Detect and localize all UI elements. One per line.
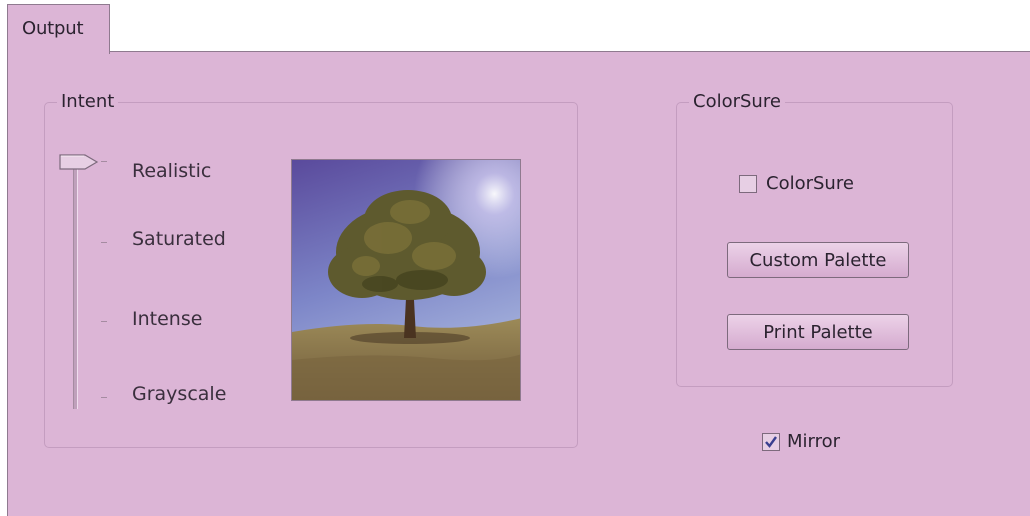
intent-level-intense[interactable]: Intense — [132, 308, 202, 330]
intent-tick-saturated — [101, 242, 107, 243]
intent-tick-grayscale — [101, 397, 107, 398]
intent-group: Intent Realistic Saturated Intense Grays… — [44, 91, 578, 448]
intent-level-grayscale[interactable]: Grayscale — [132, 383, 226, 405]
tab-output[interactable]: Output — [7, 4, 110, 54]
custom-palette-button[interactable]: Custom Palette — [727, 242, 909, 278]
colorsure-legend: ColorSure — [689, 91, 785, 113]
intent-slider-track[interactable] — [73, 161, 78, 409]
colorsure-checkbox-label[interactable]: ColorSure — [766, 173, 854, 194]
intent-tick-intense — [101, 321, 107, 322]
intent-slider-thumb[interactable] — [59, 153, 99, 171]
intent-level-realistic[interactable]: Realistic — [132, 160, 211, 182]
colorsure-checkbox[interactable] — [739, 175, 757, 193]
intent-level-saturated[interactable]: Saturated — [132, 228, 226, 250]
checkmark-icon — [765, 436, 777, 448]
intent-legend: Intent — [57, 91, 119, 113]
mirror-checkbox[interactable] — [762, 433, 780, 451]
mirror-checkbox-label[interactable]: Mirror — [787, 431, 840, 452]
output-panel: Intent Realistic Saturated Intense Grays… — [7, 52, 1030, 516]
print-palette-button[interactable]: Print Palette — [727, 314, 909, 350]
tab-strip: Output — [0, 0, 1030, 54]
tab-output-label: Output — [22, 18, 84, 39]
intent-tick-realistic — [101, 161, 107, 162]
intent-preview-image — [291, 159, 521, 401]
colorsure-group: ColorSure ColorSure Custom Palette Print… — [676, 91, 953, 387]
